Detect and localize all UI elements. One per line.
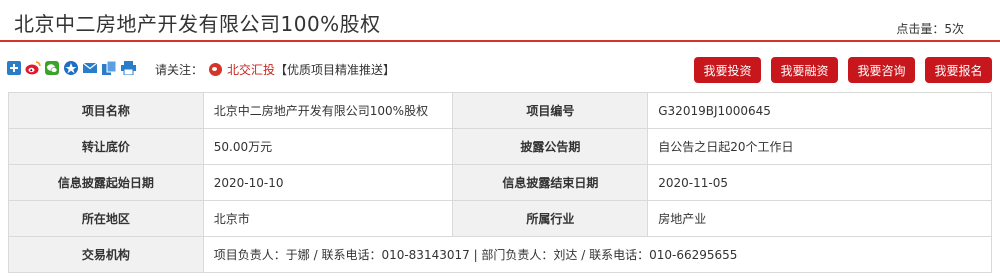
value-base-price: 50.00万元: [202, 128, 454, 165]
value-end-date: 2020-11-05: [647, 164, 992, 201]
print-icon[interactable]: [120, 60, 136, 76]
project-info-table: 项目名称 北京中二房地产开发有限公司100%股权 项目编号 G32019BJ10…: [8, 92, 993, 273]
finance-button[interactable]: 我要融资: [771, 57, 838, 83]
promo-text: 【优质项目精准推送】: [275, 63, 396, 77]
value-agency: 项目负责人：于娜 / 联系电话：010-83143017 | 部门负责人：刘达 …: [202, 236, 993, 273]
table-row: 项目名称 北京中二房地产开发有限公司100%股权 项目编号 G32019BJ10…: [8, 92, 992, 129]
value-disclosure-period: 自公告之日起20个工作日: [647, 128, 992, 165]
label-industry: 所属行业: [452, 200, 649, 237]
plus-share-icon[interactable]: [6, 60, 22, 76]
qzone-icon[interactable]: [63, 60, 79, 76]
wechat-icon[interactable]: [44, 60, 60, 76]
weibo-brand-icon: [209, 63, 223, 76]
value-industry: 房地产业: [647, 200, 992, 237]
value-project-name: 北京中二房地产开发有限公司100%股权: [202, 92, 454, 129]
page-title: 北京中二房地产开发有限公司100%股权: [14, 12, 381, 36]
label-region: 所在地区: [8, 200, 204, 237]
invest-button[interactable]: 我要投资: [694, 57, 761, 83]
label-disclosure-period: 披露公告期: [452, 128, 649, 165]
view-count: 点击量：5次: [896, 22, 964, 36]
label-start-date: 信息披露起始日期: [8, 164, 204, 201]
copy-icon[interactable]: [101, 60, 117, 76]
value-start-date: 2020-10-10: [202, 164, 454, 201]
table-row: 所在地区 北京市 所属行业 房地产业: [8, 200, 992, 237]
value-region: 北京市: [202, 200, 454, 237]
brand-link[interactable]: 北交汇投: [227, 61, 275, 78]
action-buttons: 我要投资 我要融资 我要咨询 我要报名: [694, 57, 992, 83]
value-project-number: G32019BJ1000645: [647, 92, 992, 129]
label-project-number: 项目编号: [452, 92, 649, 129]
label-base-price: 转让底价: [8, 128, 204, 165]
label-agency: 交易机构: [8, 236, 204, 273]
attention-label: 请关注：: [155, 63, 204, 77]
weibo-icon[interactable]: [25, 60, 41, 76]
table-row: 交易机构 项目负责人：于娜 / 联系电话：010-83143017 | 部门负责…: [8, 236, 993, 273]
signup-button[interactable]: 我要报名: [925, 57, 992, 83]
table-row: 信息披露起始日期 2020-10-10 信息披露结束日期 2020-11-05: [8, 164, 992, 201]
label-project-name: 项目名称: [8, 92, 204, 129]
share-icons: [6, 60, 136, 76]
attention-line: 请关注： 北交汇投 【优质项目精准推送】: [155, 61, 395, 78]
email-icon[interactable]: [82, 60, 98, 76]
title-bar: 北京中二房地产开发有限公司100%股权 点击量：5次: [0, 0, 1000, 42]
consult-button[interactable]: 我要咨询: [848, 57, 915, 83]
table-row: 转让底价 50.00万元 披露公告期 自公告之日起20个工作日: [8, 128, 992, 165]
label-end-date: 信息披露结束日期: [452, 164, 649, 201]
